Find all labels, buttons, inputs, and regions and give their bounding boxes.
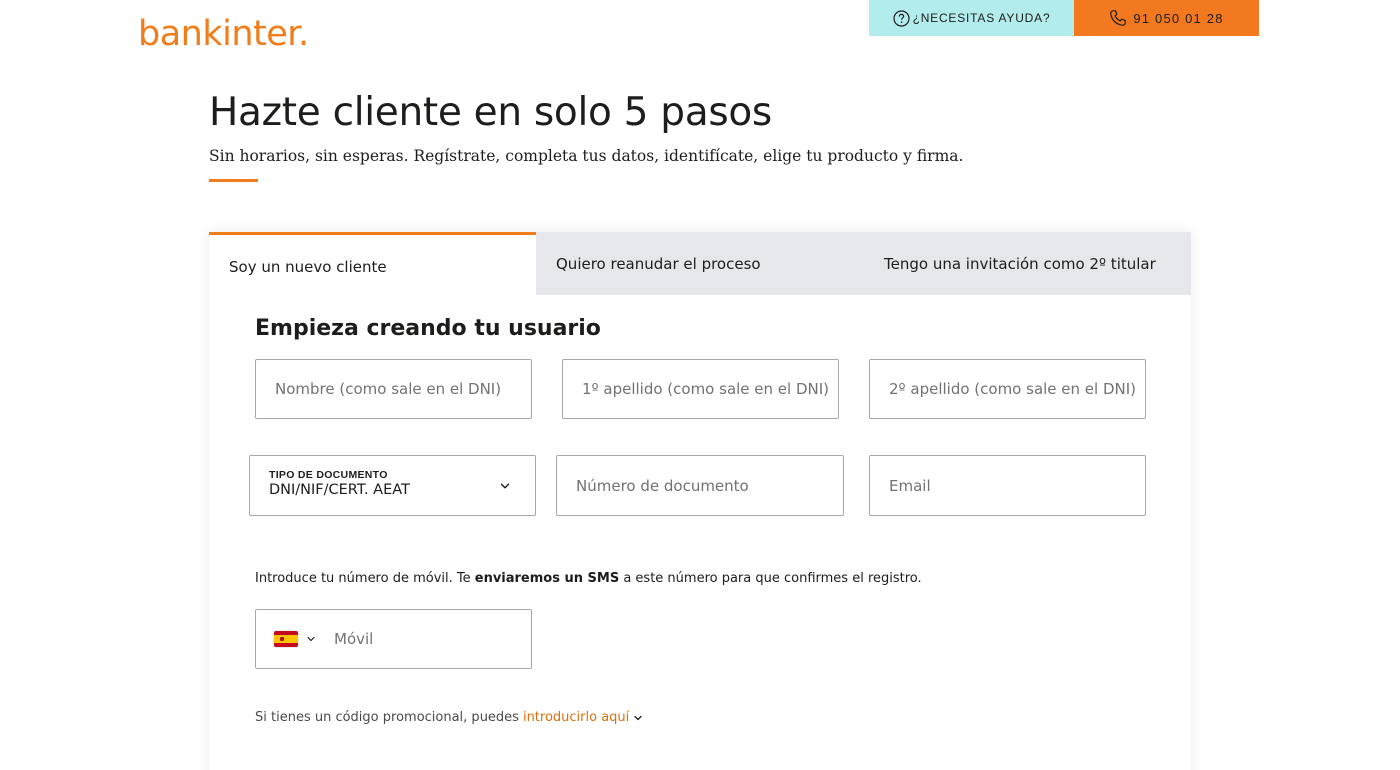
document-number-input[interactable]	[576, 476, 843, 495]
apellido1-input[interactable]	[582, 380, 838, 398]
bankinter-logo[interactable]: bankinter.	[138, 14, 309, 54]
tab-label: Soy un nuevo cliente	[229, 258, 387, 276]
page-subtitle: Sin horarios, sin esperas. Regístrate, c…	[209, 147, 964, 165]
spain-flag-icon	[274, 631, 298, 647]
chevron-down-icon	[499, 480, 511, 492]
page-title: Hazte cliente en solo 5 pasos	[209, 90, 772, 135]
phone-icon	[1109, 9, 1127, 27]
sms-text-bold: enviaremos un SMS	[474, 571, 620, 586]
sms-text-before: Introduce tu número de móvil. Te	[255, 571, 475, 586]
tab-label: Tengo una invitación como 2º titular	[884, 254, 1156, 273]
question-circle-icon	[892, 9, 910, 27]
email-field[interactable]	[869, 455, 1146, 516]
mobile-input-wrapper	[318, 629, 531, 649]
document-type-caption: TIPO DE DOCUMENTO	[269, 469, 388, 481]
form-section-title: Empieza creando tu usuario	[255, 316, 601, 341]
tab-bar: Soy un nuevo cliente Quiero reanudar el …	[209, 232, 1191, 295]
chevron-down-icon[interactable]	[633, 713, 643, 723]
tab-reanudar-proceso[interactable]: Quiero reanudar el proceso	[536, 232, 834, 295]
document-type-select[interactable]: TIPO DE DOCUMENTO DNI/NIF/CERT. AEAT	[249, 455, 536, 516]
help-button-label: ¿NECESITAS AYUDA?	[912, 11, 1051, 25]
promo-code-text: Si tienes un código promocional, puedes …	[255, 710, 643, 725]
promo-text: Si tienes un código promocional, puedes	[255, 710, 519, 725]
mobile-phone-field	[255, 609, 532, 669]
registration-card: Soy un nuevo cliente Quiero reanudar el …	[209, 232, 1191, 770]
sms-instruction: Introduce tu número de móvil. Te enviare…	[255, 571, 922, 586]
document-number-field[interactable]	[556, 455, 844, 516]
help-button[interactable]: ¿NECESITAS AYUDA?	[869, 0, 1074, 36]
title-accent-line	[209, 179, 258, 182]
tab-invitacion-titular[interactable]: Tengo una invitación como 2º titular	[834, 232, 1191, 295]
sms-text-after: a este número para que confirmes el regi…	[619, 571, 922, 586]
document-type-value: DNI/NIF/CERT. AEAT	[269, 482, 410, 498]
mobile-input[interactable]	[334, 629, 531, 648]
apellido2-field[interactable]	[869, 359, 1146, 419]
phone-button[interactable]: 91 050 01 28	[1074, 0, 1259, 36]
tab-label: Quiero reanudar el proceso	[556, 254, 761, 273]
email-input[interactable]	[889, 476, 1145, 495]
nombre-input[interactable]	[275, 380, 531, 398]
phone-button-label: 91 050 01 28	[1133, 10, 1224, 26]
promo-code-link[interactable]: introducirlo aquí	[523, 710, 629, 725]
nombre-field[interactable]	[255, 359, 532, 419]
tab-nuevo-cliente[interactable]: Soy un nuevo cliente	[209, 232, 536, 295]
apellido1-field[interactable]	[562, 359, 839, 419]
country-code-select[interactable]	[256, 610, 318, 668]
apellido2-input[interactable]	[889, 380, 1145, 398]
chevron-down-icon	[306, 634, 316, 644]
